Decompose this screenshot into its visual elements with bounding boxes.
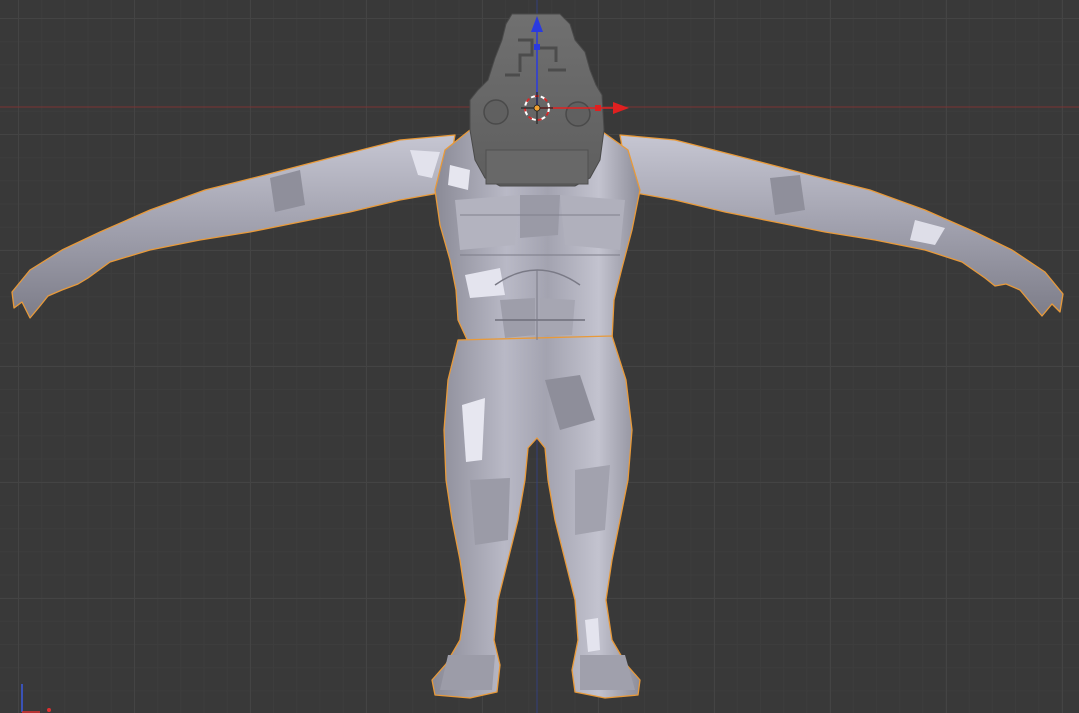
3d-viewport[interactable] [0,0,1079,713]
gizmo-x-arrow-icon[interactable] [613,102,629,114]
head-collar [485,149,589,185]
head-right-eye [565,101,591,127]
gizmo-x-handle-icon[interactable] [595,105,601,111]
legs [431,335,641,699]
right-arm [619,134,1064,317]
object-origin-icon [533,104,541,112]
head-left-eye [483,99,509,125]
left-arm [11,134,456,319]
viewport-scene[interactable] [0,0,1079,713]
gizmo-z-handle-icon[interactable] [534,44,540,50]
axis-orientation-icon [21,684,51,713]
